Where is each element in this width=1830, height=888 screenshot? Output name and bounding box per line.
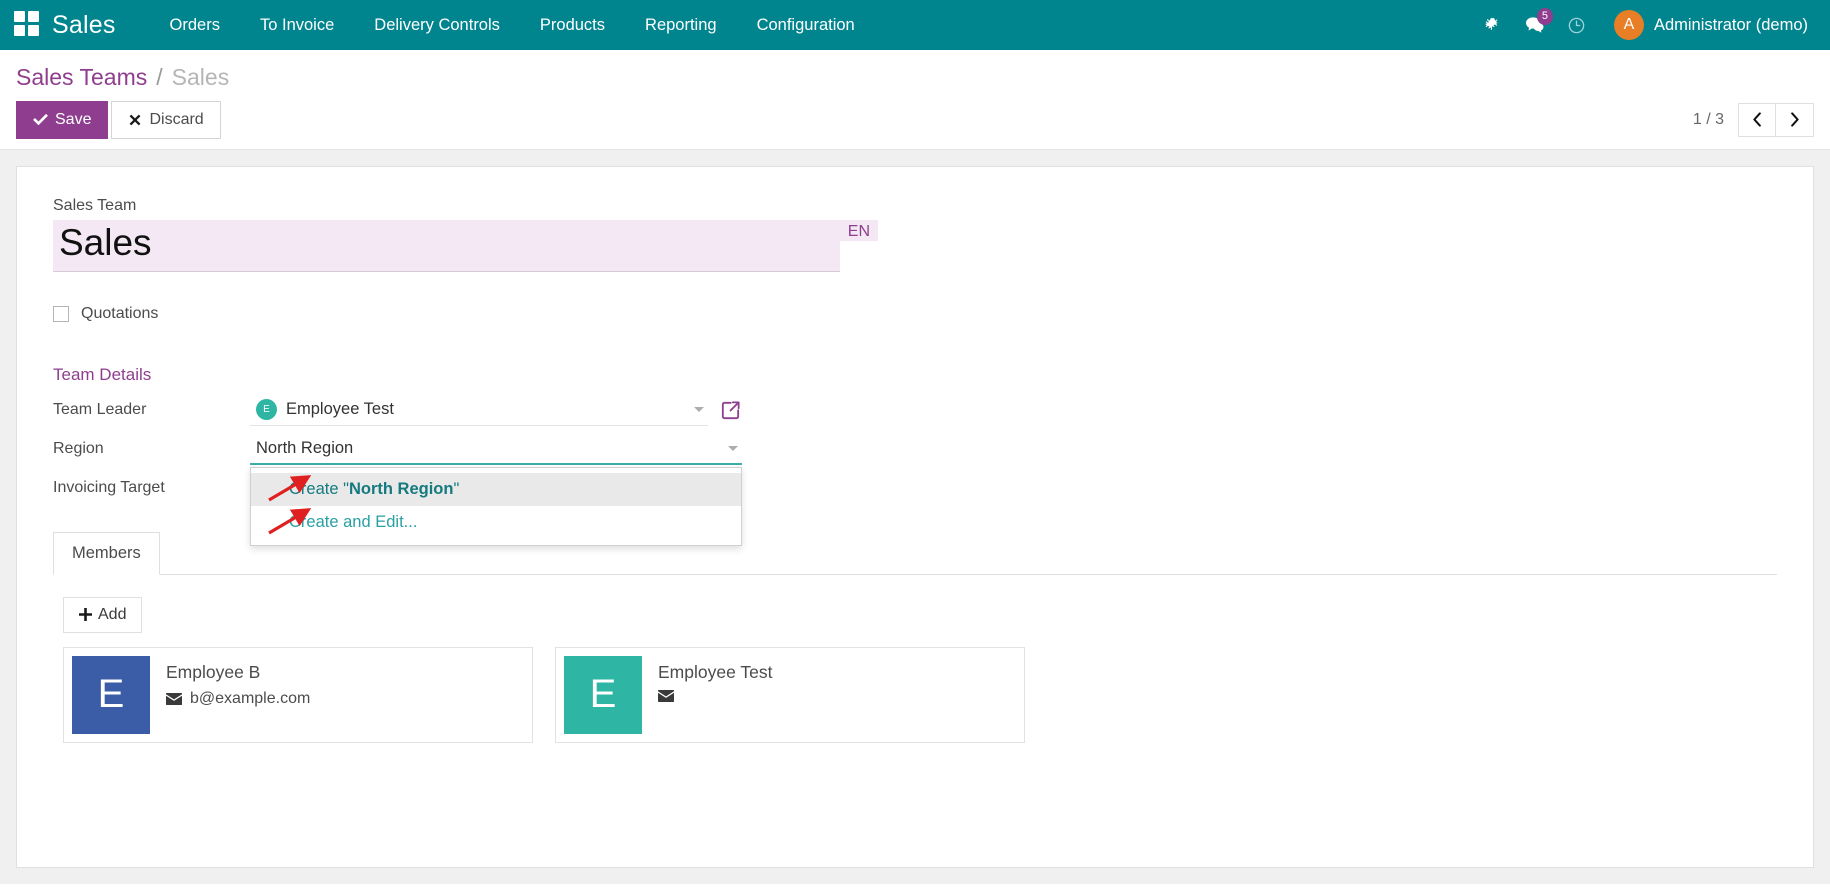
- breadcrumb: Sales Teams / Sales: [16, 50, 1814, 95]
- region-input-wrapper[interactable]: [250, 434, 742, 465]
- breadcrumb-separator: /: [156, 64, 162, 91]
- dropdown-item-create-and-edit[interactable]: Create and Edit...: [251, 506, 741, 539]
- form-sheet: Sales Team EN Quotations Team Details Te…: [16, 166, 1814, 868]
- region-autocomplete-dropdown: Create "North Region" Create and Edit...: [250, 467, 742, 546]
- main-menu: Orders To Invoice Delivery Controls Prod…: [150, 1, 875, 50]
- member-name: Employee B: [166, 662, 310, 683]
- menu-item-products[interactable]: Products: [520, 1, 625, 50]
- invoicing-target-label: Invoicing Target: [53, 479, 250, 497]
- user-name: Administrator (demo): [1654, 16, 1808, 35]
- pager: 1 / 3: [1693, 103, 1814, 137]
- member-email: b@example.com: [190, 690, 310, 708]
- menu-item-to-invoice[interactable]: To Invoice: [240, 1, 354, 50]
- add-member-label: Add: [98, 606, 126, 624]
- create-prefix: Create ": [289, 480, 349, 498]
- sales-team-name-input[interactable]: [53, 220, 840, 272]
- close-icon: [128, 113, 142, 127]
- user-menu[interactable]: A Administrator (demo): [1614, 10, 1812, 40]
- breadcrumb-parent[interactable]: Sales Teams: [16, 64, 147, 91]
- messages-icon[interactable]: 5: [1516, 6, 1554, 44]
- menu-item-orders[interactable]: Orders: [150, 1, 240, 50]
- envelope-icon: [658, 690, 674, 702]
- navbar-right: 5 A Administrator (demo): [1474, 6, 1812, 44]
- bug-icon[interactable]: [1474, 6, 1512, 44]
- tab-members[interactable]: Members: [53, 532, 160, 575]
- quotations-label: Quotations: [81, 305, 158, 323]
- discard-button[interactable]: Discard: [111, 101, 220, 139]
- chevron-left-icon: [1752, 112, 1762, 127]
- save-button-label: Save: [55, 109, 91, 131]
- member-avatar: E: [564, 656, 642, 734]
- check-icon: [33, 113, 48, 126]
- chevron-right-icon: [1790, 112, 1800, 127]
- quotations-checkbox[interactable]: [53, 306, 69, 322]
- language-badge[interactable]: EN: [840, 220, 878, 241]
- create-and-edit-label: Create and Edit...: [289, 513, 417, 531]
- team-details-heading: Team Details: [53, 365, 1777, 391]
- messages-badge: 5: [1537, 8, 1553, 25]
- menu-item-reporting[interactable]: Reporting: [625, 1, 737, 50]
- control-panel-buttons: Save Discard 1 / 3: [16, 95, 1814, 149]
- team-leader-row: Team Leader E: [53, 391, 1777, 430]
- member-name: Employee Test: [658, 662, 772, 683]
- sales-team-label: Sales Team: [53, 197, 1777, 215]
- member-card-body: Employee Test: [642, 648, 772, 742]
- chevron-down-icon[interactable]: [728, 446, 738, 451]
- sheet-container: Sales Team EN Quotations Team Details Te…: [0, 150, 1830, 884]
- member-avatar: E: [72, 656, 150, 734]
- chevron-down-icon[interactable]: [694, 407, 704, 412]
- team-leader-field: E: [250, 395, 742, 426]
- region-field: Create "North Region" Create and Edit...: [250, 434, 742, 465]
- region-row: Region Create "North Region" Create and …: [53, 430, 1777, 469]
- members-tab-pane: Add E Employee B b@example.c: [53, 575, 1777, 743]
- discard-button-label: Discard: [149, 109, 203, 131]
- avatar: A: [1614, 10, 1644, 40]
- pager-count: 1 / 3: [1693, 111, 1724, 129]
- member-card[interactable]: E Employee B b@example.com: [63, 647, 533, 743]
- envelope-icon: [166, 693, 182, 705]
- create-value: North Region: [349, 480, 454, 498]
- apps-grid-icon[interactable]: [14, 11, 42, 39]
- app-brand-sales[interactable]: Sales: [52, 11, 116, 40]
- create-suffix: ": [453, 480, 459, 498]
- quotations-field: Quotations: [53, 305, 1777, 323]
- menu-item-configuration[interactable]: Configuration: [737, 1, 875, 50]
- top-navbar: Sales Orders To Invoice Delivery Control…: [0, 0, 1830, 50]
- notebook: Members Add E Employee B: [53, 532, 1777, 743]
- control-panel: Sales Teams / Sales Save Discard 1 / 3: [0, 50, 1830, 150]
- team-leader-label: Team Leader: [53, 401, 250, 419]
- dropdown-item-create-value[interactable]: Create "North Region": [251, 473, 741, 506]
- breadcrumb-current: Sales: [172, 64, 230, 91]
- region-input[interactable]: [256, 439, 719, 458]
- team-leader-input-wrapper[interactable]: E: [250, 395, 708, 426]
- external-link-icon: [719, 399, 742, 422]
- pager-next-button[interactable]: [1776, 103, 1814, 137]
- member-email-row: b@example.com: [166, 690, 310, 708]
- add-member-button[interactable]: Add: [63, 597, 142, 633]
- plus-icon: [79, 608, 92, 621]
- menu-item-delivery-controls[interactable]: Delivery Controls: [354, 1, 520, 50]
- sales-team-title-row: EN: [53, 220, 878, 272]
- member-card-body: Employee B b@example.com: [150, 648, 310, 742]
- open-team-leader-record-button[interactable]: [719, 399, 742, 422]
- region-label: Region: [53, 440, 250, 458]
- team-leader-input[interactable]: [286, 400, 685, 419]
- team-leader-avatar: E: [256, 399, 277, 420]
- members-card-list: E Employee B b@example.com: [63, 647, 1767, 743]
- pager-previous-button[interactable]: [1738, 103, 1776, 137]
- member-email-row: [658, 690, 772, 702]
- clock-icon[interactable]: [1558, 6, 1596, 44]
- save-button[interactable]: Save: [16, 101, 108, 139]
- member-card[interactable]: E Employee Test: [555, 647, 1025, 743]
